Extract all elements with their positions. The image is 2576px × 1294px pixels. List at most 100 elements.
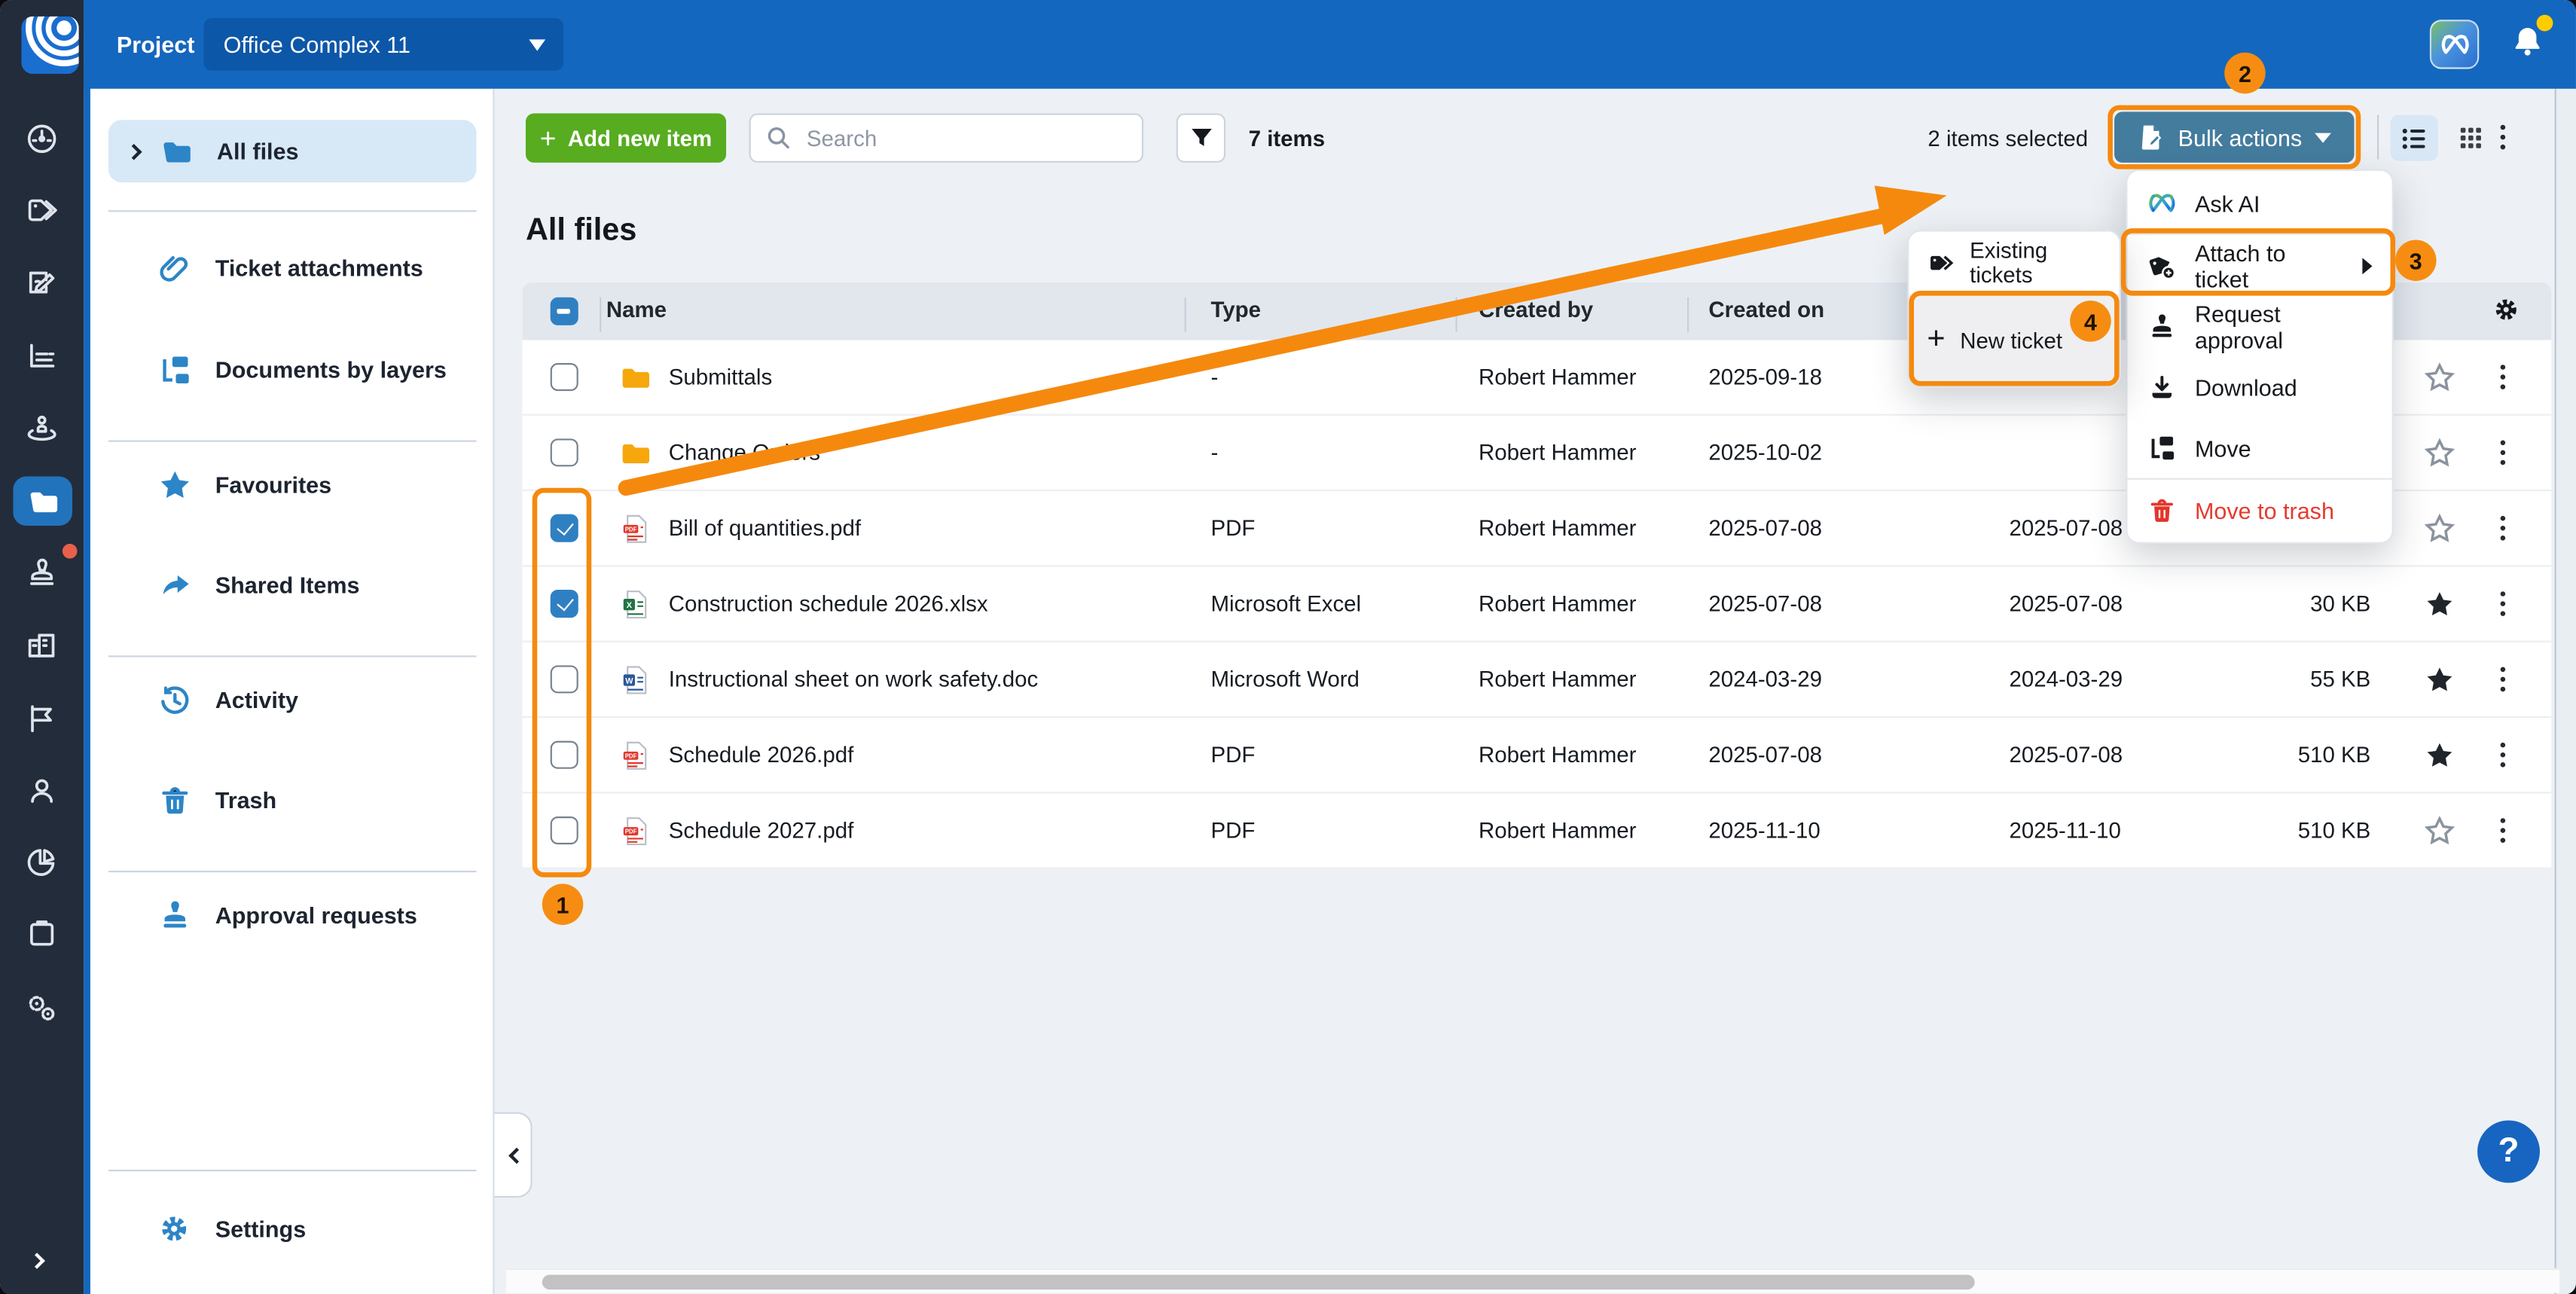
table-settings-gear-icon[interactable] bbox=[2492, 296, 2520, 324]
sidebar-item-label: Settings bbox=[215, 1216, 306, 1242]
filter-button[interactable] bbox=[1177, 113, 1225, 162]
tickets-icon[interactable] bbox=[0, 258, 84, 307]
top-bar: Project Office Complex 11 bbox=[84, 0, 2576, 89]
menu-item-download[interactable]: Download bbox=[2128, 356, 2392, 417]
menu-item-move-to-trash[interactable]: Move to trash bbox=[2128, 480, 2392, 541]
menu-item-request-approval[interactable]: Request approval bbox=[2128, 296, 2392, 357]
sidebar-item-label: Documents by layers bbox=[215, 356, 447, 383]
row-menu-kebab[interactable] bbox=[2501, 818, 2506, 842]
submenu-item-existing-tickets[interactable]: Existing tickets bbox=[1909, 232, 2119, 295]
scrollbar-thumb[interactable] bbox=[542, 1275, 1975, 1290]
sidebar-item-all-files[interactable]: All files bbox=[108, 120, 477, 182]
flags-icon[interactable] bbox=[0, 693, 84, 742]
bim-icon[interactable] bbox=[0, 621, 84, 670]
select-all-checkbox[interactable] bbox=[551, 298, 578, 325]
row-checkbox[interactable] bbox=[551, 665, 578, 693]
row-checkbox[interactable] bbox=[551, 363, 578, 391]
menu-item-label: Download bbox=[2195, 374, 2297, 400]
file-name[interactable]: Submittals bbox=[669, 365, 772, 389]
sidebar-item-documents-by-layers[interactable]: Documents by layers bbox=[108, 338, 477, 401]
row-menu-kebab[interactable] bbox=[2501, 667, 2506, 691]
planradar-logo[interactable] bbox=[21, 17, 78, 74]
grid-view-toggle[interactable] bbox=[2446, 115, 2494, 161]
statistics-icon[interactable] bbox=[0, 330, 84, 379]
list-view-toggle[interactable] bbox=[2391, 115, 2438, 161]
file-name[interactable]: Construction schedule 2026.xlsx bbox=[669, 591, 988, 616]
row-checkbox[interactable] bbox=[551, 590, 578, 618]
star-outline-icon[interactable] bbox=[2423, 437, 2456, 470]
file-name[interactable]: Schedule 2026.pdf bbox=[669, 743, 854, 768]
contacts-icon[interactable] bbox=[0, 765, 84, 814]
file-name[interactable]: Instructional sheet on work safety.doc bbox=[669, 667, 1038, 692]
stamp-icon bbox=[2147, 311, 2177, 340]
sidebar-item-activity[interactable]: Activity bbox=[108, 669, 477, 731]
row-menu-kebab[interactable] bbox=[2501, 591, 2506, 615]
tags-icon[interactable] bbox=[0, 185, 84, 234]
ai-icon bbox=[2439, 29, 2470, 60]
star-outline-icon[interactable] bbox=[2423, 815, 2456, 848]
expand-chevron-icon[interactable] bbox=[108, 145, 157, 157]
reports-icon[interactable] bbox=[0, 836, 84, 885]
row-menu-kebab[interactable] bbox=[2501, 516, 2506, 540]
file-name[interactable]: Schedule 2027.pdf bbox=[669, 818, 854, 843]
sidebar-item-approval-requests[interactable]: Approval requests bbox=[108, 884, 477, 946]
sidebar-collapse-button[interactable] bbox=[495, 1112, 533, 1198]
column-header-type[interactable]: Type bbox=[1210, 298, 1261, 322]
column-header-created-by[interactable]: Created by bbox=[1479, 298, 1593, 322]
rail-accent-stripe bbox=[84, 0, 90, 1294]
toolbar-overflow-menu[interactable] bbox=[2501, 125, 2506, 149]
sidebar-item-shared-items[interactable]: Shared Items bbox=[108, 554, 477, 616]
menu-item-move[interactable]: Move bbox=[2128, 417, 2392, 478]
folder-icon bbox=[619, 437, 652, 470]
annotation-step-3: 3 bbox=[2395, 240, 2437, 281]
forms-icon[interactable] bbox=[0, 908, 84, 957]
star-filled-icon[interactable] bbox=[2423, 588, 2456, 621]
folder-icon bbox=[157, 135, 194, 168]
dashboard-icon[interactable] bbox=[0, 113, 84, 162]
sidebar-divider bbox=[108, 210, 477, 212]
help-button[interactable]: ? bbox=[2477, 1121, 2540, 1183]
table-row[interactable]: PDF Schedule 2026.pdf PDF Robert Hammer … bbox=[523, 718, 2552, 793]
row-checkbox[interactable] bbox=[551, 514, 578, 542]
menu-item-attach-to-ticket[interactable]: Attach to ticket bbox=[2128, 235, 2392, 296]
table-row[interactable]: X Construction schedule 2026.xlsx Micros… bbox=[523, 566, 2552, 642]
file-name[interactable]: Change Orders bbox=[669, 441, 820, 465]
search-input[interactable] bbox=[804, 124, 1100, 152]
automations-icon[interactable] bbox=[0, 982, 84, 1031]
row-checkbox[interactable] bbox=[551, 816, 578, 844]
ai-assistant-button[interactable] bbox=[2430, 20, 2479, 69]
row-menu-kebab[interactable] bbox=[2501, 365, 2506, 389]
star-icon bbox=[156, 468, 192, 502]
submenu-caret-icon bbox=[2362, 257, 2372, 273]
table-row[interactable]: W Instructional sheet on work safety.doc… bbox=[523, 642, 2552, 718]
star-filled-icon[interactable] bbox=[2423, 739, 2456, 772]
menu-item-ask-ai[interactable]: Ask AI bbox=[2128, 172, 2392, 233]
row-menu-kebab[interactable] bbox=[2501, 441, 2506, 465]
sidebar-item-trash[interactable]: Trash bbox=[108, 769, 477, 832]
sidebar-item-favourites[interactable]: Favourites bbox=[108, 453, 477, 516]
row-checkbox[interactable] bbox=[551, 438, 578, 466]
file-name[interactable]: Bill of quantities.pdf bbox=[669, 516, 861, 541]
add-new-item-button[interactable]: + Add new item bbox=[526, 113, 726, 162]
project-select[interactable]: Office Complex 11 bbox=[203, 18, 563, 71]
bulk-actions-button[interactable]: Bulk actions bbox=[2114, 111, 2354, 163]
star-outline-icon[interactable] bbox=[2423, 513, 2456, 546]
file-size: 30 KB bbox=[2239, 591, 2370, 616]
table-row[interactable]: PDF Schedule 2027.pdf PDF Robert Hammer … bbox=[523, 793, 2552, 868]
column-header-name[interactable]: Name bbox=[606, 298, 667, 322]
sidebar-item-ticket-attachments[interactable]: Ticket attachments bbox=[108, 237, 477, 299]
star-filled-icon[interactable] bbox=[2423, 664, 2456, 697]
icon-rail bbox=[0, 0, 84, 1294]
horizontal-scrollbar[interactable] bbox=[506, 1268, 2559, 1293]
modified-on: 2024-03-29 bbox=[2009, 667, 2123, 692]
row-menu-kebab[interactable] bbox=[2501, 743, 2506, 767]
row-checkbox[interactable] bbox=[551, 741, 578, 769]
star-outline-icon[interactable] bbox=[2423, 362, 2456, 395]
sidebar-item-settings[interactable]: Settings bbox=[108, 1198, 477, 1260]
documents-icon[interactable] bbox=[13, 477, 72, 526]
rail-expand-button[interactable] bbox=[31, 1245, 50, 1265]
submenu-item-new-ticket[interactable]: + New ticket bbox=[1909, 294, 2119, 386]
site-plan-icon[interactable] bbox=[0, 402, 84, 451]
column-header-created-on[interactable]: Created on bbox=[1708, 298, 1824, 322]
menu-item-label: Request approval bbox=[2195, 300, 2373, 352]
